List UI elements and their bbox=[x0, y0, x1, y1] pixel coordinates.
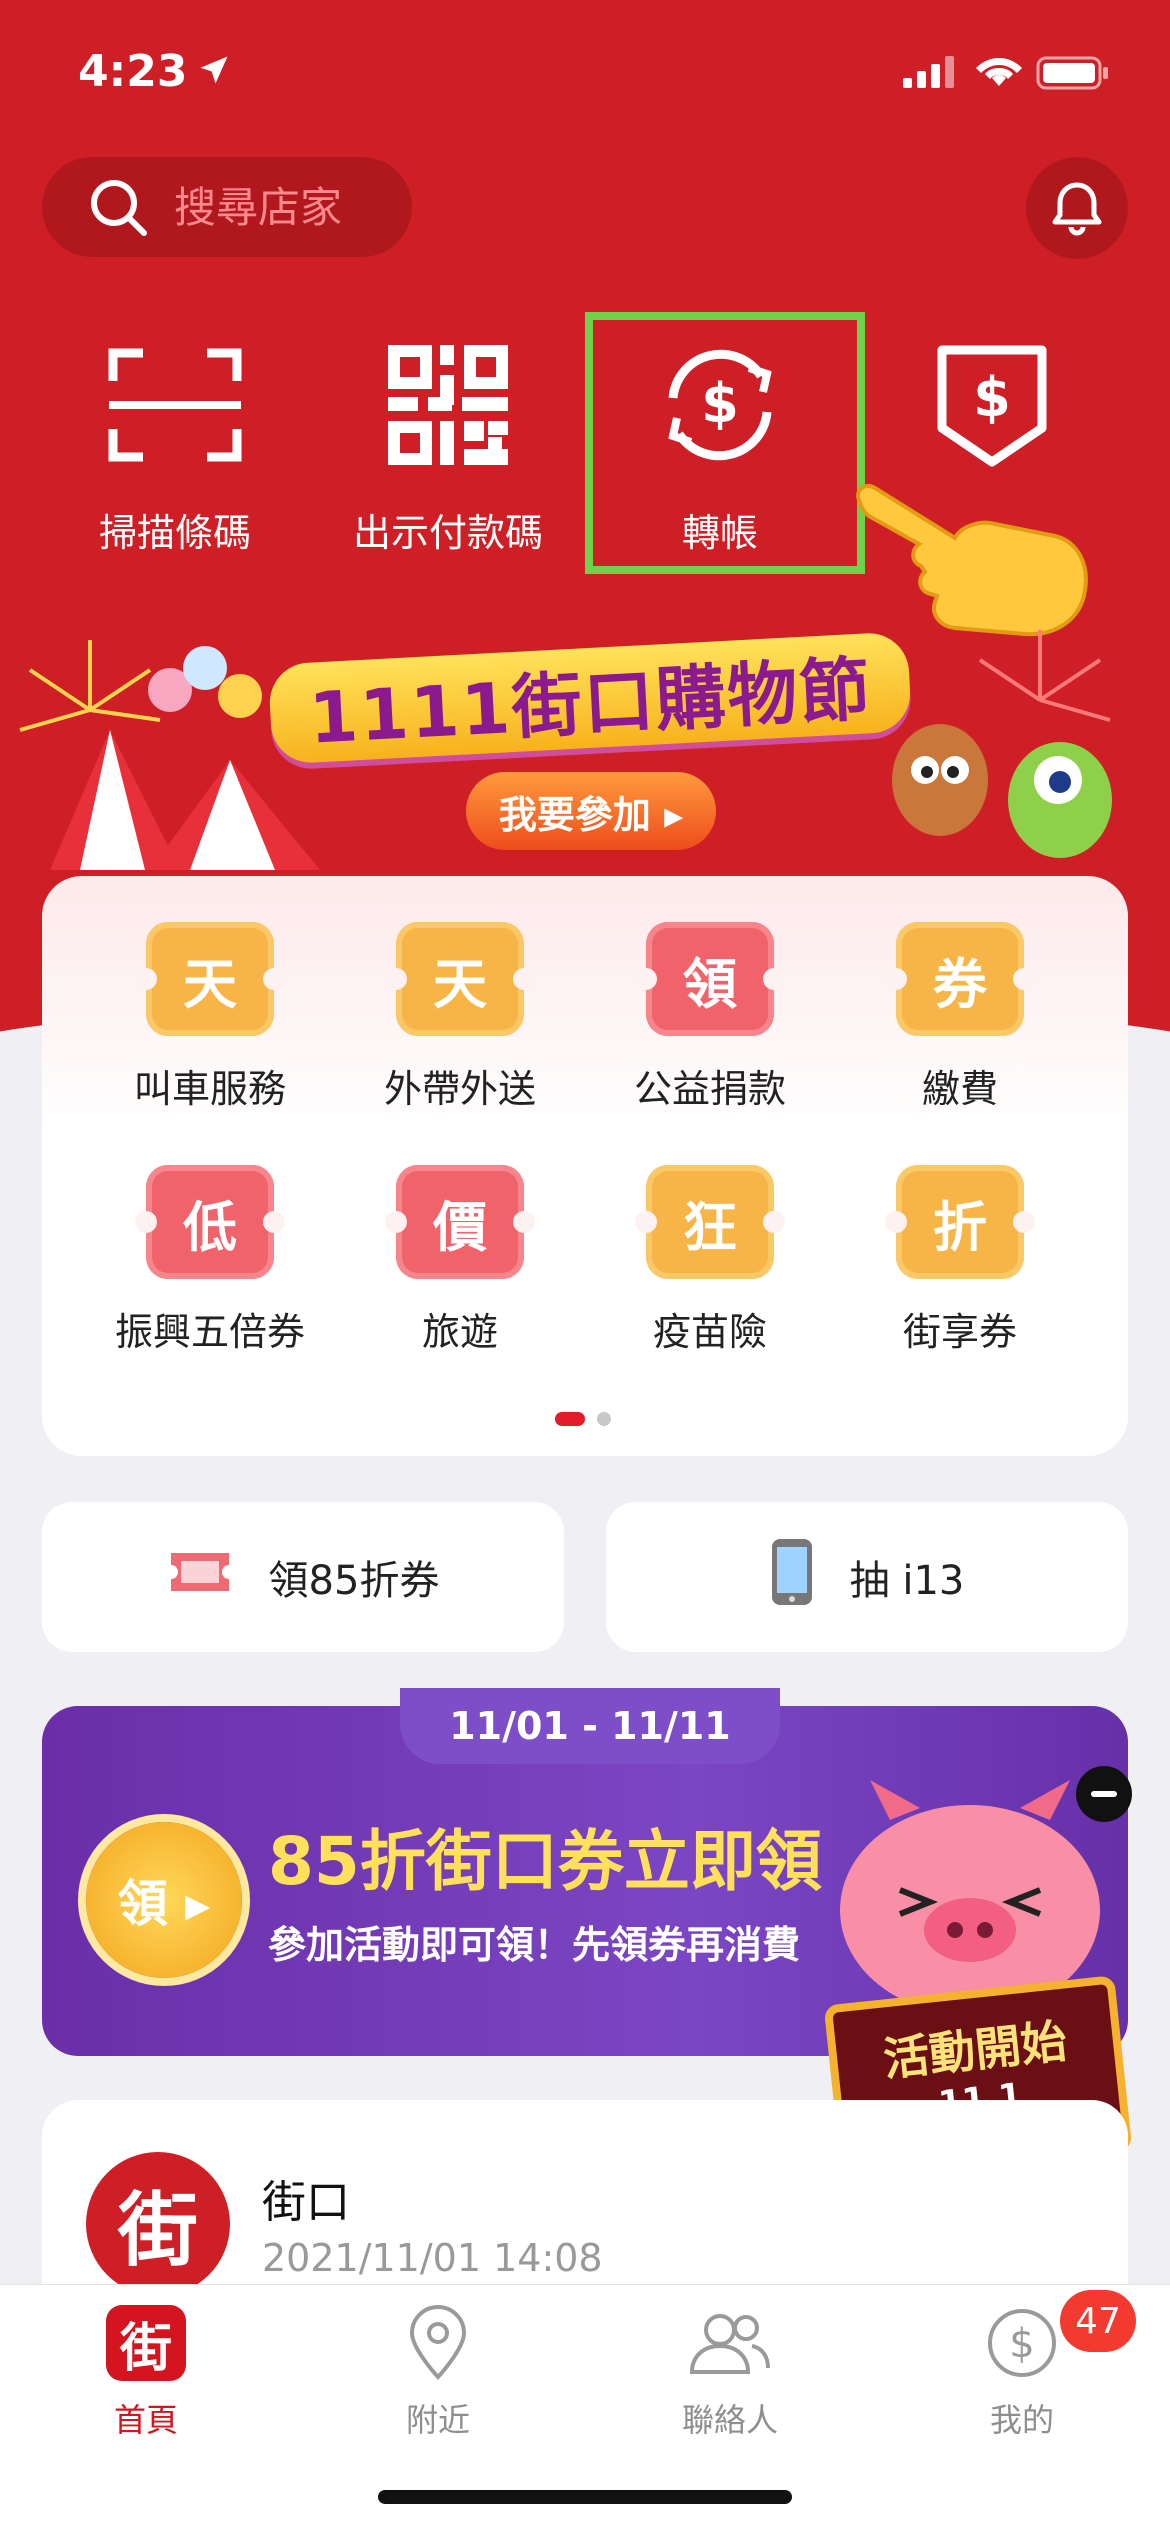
service-item[interactable]: 狂疫苗險 bbox=[585, 1165, 835, 1356]
message-time: 2021/11/01 14:08 bbox=[262, 2236, 603, 2280]
jko-logo: 街 bbox=[86, 2152, 230, 2296]
get-85-coupon-button[interactable]: 領85折券 bbox=[42, 1502, 564, 1652]
balloons-icon bbox=[148, 646, 262, 718]
tab-contacts[interactable]: 聯絡人 bbox=[630, 2301, 830, 2441]
mascot-bear-icon bbox=[892, 724, 988, 836]
home-icon: 街 bbox=[106, 2305, 186, 2381]
draw-i13-button[interactable]: 抽 i13 bbox=[606, 1502, 1128, 1652]
circus-tent-icon bbox=[50, 730, 320, 870]
status-bar: 4:23 bbox=[0, 0, 1170, 130]
service-badge-icon: 天 bbox=[385, 922, 535, 1036]
mascot-monster-icon bbox=[1008, 742, 1112, 858]
fireworks-right-icon bbox=[978, 630, 1111, 722]
page-dot-active bbox=[555, 1412, 585, 1426]
svg-text:$: $ bbox=[1009, 2321, 1034, 2367]
claim-coin-button[interactable]: 領 ▸ bbox=[86, 1822, 242, 1978]
promo-subtitle: 參加活動即可領！先領券再消費 bbox=[268, 1923, 801, 1967]
service-label: 繳費 bbox=[921, 1067, 998, 1111]
join-event-button[interactable]: 我要參加 ▸ bbox=[466, 772, 716, 850]
tab-nearby[interactable]: 附近 bbox=[338, 2301, 538, 2441]
service-badge-icon: 天 bbox=[135, 922, 285, 1036]
ticket-icon bbox=[167, 1549, 233, 1605]
wallet-icon: $ bbox=[988, 2309, 1056, 2377]
receive-payment-icon: $ bbox=[937, 345, 1047, 467]
notification-count-badge: 47 bbox=[1060, 2290, 1136, 2352]
service-item[interactable]: 天叫車服務 bbox=[85, 922, 335, 1113]
scan-icon bbox=[108, 348, 242, 462]
service-item[interactable]: 折街享券 bbox=[835, 1165, 1085, 1356]
tab-label: 附近 bbox=[405, 2401, 470, 2439]
bell-icon bbox=[1052, 182, 1102, 236]
service-item[interactable]: 領公益捐款 bbox=[585, 922, 835, 1113]
promo-date-range: 11/01 - 11/11 bbox=[400, 1688, 780, 1764]
action-label: 出示付款碼 bbox=[352, 511, 543, 555]
service-badge-icon: 價 bbox=[385, 1165, 535, 1279]
service-label: 旅遊 bbox=[421, 1310, 498, 1354]
promo-title: 85折街口券立即領 bbox=[268, 1823, 822, 1900]
service-item[interactable]: 天外帶外送 bbox=[335, 922, 585, 1113]
scan-barcode-button[interactable]: 掃描條碼 bbox=[45, 330, 305, 557]
page-indicator bbox=[555, 1412, 611, 1426]
search-icon bbox=[91, 180, 147, 236]
minimize-float-button[interactable] bbox=[1076, 1766, 1132, 1822]
action-label: 掃描條碼 bbox=[98, 511, 251, 555]
notification-button[interactable] bbox=[1026, 157, 1128, 259]
service-badge-icon: 券 bbox=[885, 922, 1035, 1036]
search-bar[interactable] bbox=[42, 157, 412, 257]
phone-icon bbox=[770, 1537, 814, 1617]
location-arrow-icon bbox=[196, 52, 232, 92]
home-indicator bbox=[378, 2490, 792, 2504]
tab-label: 聯絡人 bbox=[681, 2401, 778, 2439]
service-badge-icon: 折 bbox=[885, 1165, 1035, 1279]
service-badge-icon: 低 bbox=[135, 1165, 285, 1279]
service-label: 叫車服務 bbox=[133, 1067, 286, 1111]
svg-text:$: $ bbox=[973, 366, 1011, 429]
service-badge-icon: 領 bbox=[635, 922, 785, 1036]
status-time: 4:23 bbox=[78, 46, 188, 97]
tab-label: 我的 bbox=[989, 2401, 1054, 2439]
tab-home[interactable]: 街 首頁 bbox=[46, 2301, 246, 2441]
location-icon bbox=[409, 2305, 467, 2380]
cellular-signal-icon bbox=[903, 56, 955, 92]
fireworks-left-icon bbox=[19, 640, 161, 732]
tab-label: 首頁 bbox=[113, 2401, 178, 2439]
message-title: 街口 bbox=[262, 2177, 350, 2228]
service-item[interactable]: 低振興五倍券 bbox=[85, 1165, 335, 1356]
service-badge-icon: 狂 bbox=[635, 1165, 785, 1279]
show-payment-code-button[interactable]: 出示付款碼 bbox=[318, 330, 578, 557]
coupon-label: 領85折券 bbox=[268, 1558, 440, 1604]
battery-icon bbox=[1036, 56, 1110, 94]
service-item[interactable]: 價旅遊 bbox=[335, 1165, 585, 1356]
search-input[interactable] bbox=[172, 181, 376, 233]
pointing-hand-icon bbox=[855, 470, 1095, 644]
contacts-icon bbox=[689, 2314, 770, 2374]
service-label: 外帶外送 bbox=[383, 1067, 536, 1111]
service-label: 公益捐款 bbox=[633, 1067, 786, 1111]
page-dot bbox=[597, 1412, 611, 1426]
service-label: 疫苗險 bbox=[652, 1310, 767, 1354]
service-item[interactable]: 券繳費 bbox=[835, 922, 1085, 1113]
service-label: 街享券 bbox=[902, 1310, 1017, 1354]
qr-code-icon bbox=[388, 345, 508, 465]
wifi-icon bbox=[976, 52, 1022, 92]
coupon-label: 抽 i13 bbox=[849, 1558, 965, 1604]
transfer-highlight-box bbox=[585, 312, 865, 574]
service-label: 振興五倍券 bbox=[114, 1310, 305, 1354]
